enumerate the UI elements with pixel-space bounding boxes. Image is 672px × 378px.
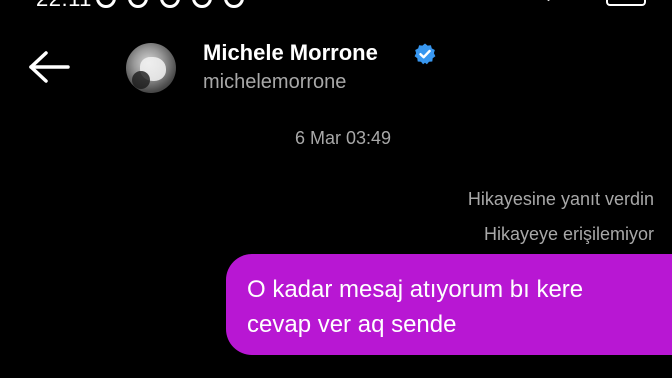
avatar-photo-shadow bbox=[132, 71, 150, 89]
back-arrow-icon bbox=[29, 51, 70, 83]
notification-icon bbox=[128, 0, 148, 8]
verified-badge bbox=[413, 42, 437, 66]
system-icons: 29 bbox=[522, 0, 646, 11]
notification-icon bbox=[192, 0, 212, 8]
wifi-icon bbox=[564, 0, 590, 8]
battery-icon: 29 bbox=[606, 0, 646, 6]
sent-message-bubble[interactable]: O kadar mesaj atıyorum bı kere cevap ver… bbox=[226, 254, 672, 355]
profile-username[interactable]: michelemorrone bbox=[203, 71, 346, 94]
verified-badge-icon bbox=[414, 43, 436, 65]
notification-icon bbox=[224, 0, 244, 8]
signal-icon bbox=[522, 0, 552, 11]
story-unavailable-note: Hikayeye erişilemiyor bbox=[483, 224, 654, 244]
profile-name[interactable]: Michele Morrone bbox=[203, 40, 378, 66]
battery-level: 29 bbox=[608, 0, 644, 3]
status-bar: 22:11 29 bbox=[0, 0, 672, 12]
back-button[interactable] bbox=[22, 45, 74, 89]
story-reply-note: Hikayesine yanıt verdin bbox=[467, 189, 654, 209]
avatar[interactable] bbox=[126, 43, 176, 93]
message-timestamp: 6 Mar 03:49 bbox=[294, 128, 392, 148]
status-time: 22:11 bbox=[36, 0, 92, 12]
notification-icon bbox=[96, 0, 116, 8]
notification-icons bbox=[96, 0, 244, 8]
notification-icon bbox=[160, 0, 180, 8]
